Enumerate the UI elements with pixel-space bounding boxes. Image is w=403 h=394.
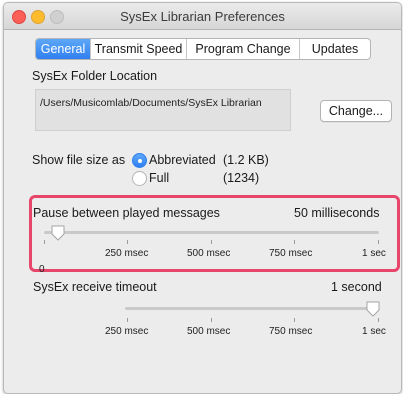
- folder-path-field: /Users/Musicomlab/Documents/SysEx Librar…: [35, 89, 291, 131]
- pause-tick: [44, 240, 45, 244]
- tab-transmit-speed[interactable]: Transmit Speed: [90, 39, 186, 59]
- timeout-tick-label: 1 sec: [362, 326, 386, 337]
- pause-tick-label: 500 msec: [187, 248, 231, 259]
- pause-tick: [127, 240, 128, 244]
- timeout-value: 1 second: [331, 280, 382, 294]
- pause-tick-label: 1 sec: [362, 248, 386, 259]
- radio-abbreviated-label[interactable]: Abbreviated: [149, 153, 216, 167]
- radio-full-label[interactable]: Full: [149, 171, 169, 185]
- timeout-slider-knob[interactable]: [366, 301, 380, 317]
- radio-abbreviated[interactable]: [132, 153, 147, 168]
- abbreviated-example: (1.2 KB): [223, 153, 269, 167]
- pause-tick: [294, 240, 295, 244]
- change-folder-button[interactable]: Change...: [320, 100, 392, 122]
- timeout-slider-track[interactable]: [125, 307, 379, 310]
- pause-tick-label: 250 msec: [105, 248, 149, 259]
- folder-location-label: SysEx Folder Location: [32, 69, 158, 83]
- timeout-tick-label: 250 msec: [105, 326, 149, 337]
- tab-general[interactable]: General: [36, 39, 90, 59]
- tab-bar: General Transmit Speed Program Change Up…: [35, 38, 371, 60]
- pause-tick: [211, 240, 212, 244]
- pause-label: Pause between played messages: [33, 206, 220, 220]
- pause-value: 50 milliseconds: [294, 206, 380, 220]
- folder-path-text: /Users/Musicomlab/Documents/SysEx Librar…: [40, 97, 262, 109]
- tab-program-change[interactable]: Program Change: [186, 39, 299, 59]
- timeout-tick-label: 750 msec: [269, 326, 313, 337]
- timeout-tick: [294, 318, 295, 322]
- timeout-label: SysEx receive timeout: [33, 280, 157, 294]
- pause-slider-track[interactable]: [44, 231, 379, 234]
- timeout-tick: [378, 318, 379, 322]
- tab-updates[interactable]: Updates: [299, 39, 370, 59]
- timeout-tick: [127, 318, 128, 322]
- pause-tick-label: 750 msec: [269, 248, 313, 259]
- full-example: (1234): [223, 171, 260, 185]
- title-bar[interactable]: SysEx Librarian Preferences: [4, 3, 401, 30]
- pause-slider-knob[interactable]: [51, 225, 65, 241]
- file-size-label: Show file size as: [32, 153, 126, 167]
- radio-full[interactable]: [132, 171, 147, 186]
- timeout-tick-label: 500 msec: [187, 326, 231, 337]
- timeout-tick: [211, 318, 212, 322]
- pause-min-label: 0: [39, 264, 45, 275]
- preferences-window: SysEx Librarian Preferences General Tran…: [3, 2, 402, 394]
- window-title: SysEx Librarian Preferences: [120, 9, 285, 24]
- pause-tick: [378, 240, 379, 244]
